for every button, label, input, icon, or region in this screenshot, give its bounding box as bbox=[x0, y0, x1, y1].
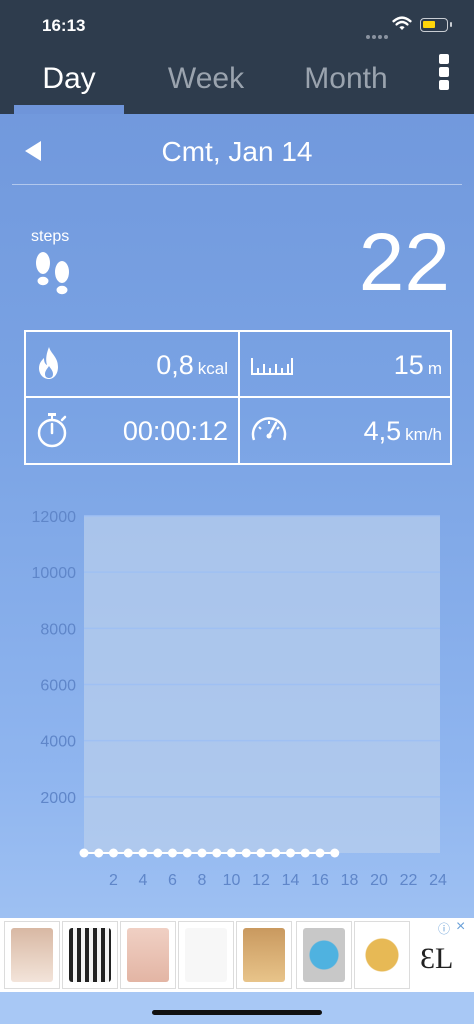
chart-data-point bbox=[138, 848, 148, 858]
calories-cell: 0,8 kcal bbox=[26, 332, 238, 396]
footprints-icon bbox=[36, 252, 69, 295]
steps-count: 22 bbox=[358, 217, 450, 308]
steps-chart: 12000 10000 8000 6000 4000 2000 2 4 6 8 10 12 14 16 18… bbox=[0, 495, 474, 895]
ad-close-icon[interactable]: × bbox=[456, 918, 465, 936]
ad-banner[interactable]: ƐL ⓘ × bbox=[0, 918, 474, 992]
chart-x-tick-label: 12 bbox=[252, 872, 270, 889]
chart-y-tick-label: 10000 bbox=[32, 565, 77, 582]
chart-data-point bbox=[286, 848, 295, 858]
speed-value: 4,5 bbox=[363, 416, 402, 446]
chart-data-point bbox=[109, 848, 118, 858]
tab-month[interactable]: Month bbox=[290, 62, 402, 96]
chart-data-point bbox=[315, 848, 325, 858]
status-time: 16:13 bbox=[42, 16, 86, 35]
chart-data-point bbox=[300, 848, 310, 858]
stats-grid: 0,8 kcal 15 m 00:00:12 4,5 km/h bbox=[24, 330, 452, 465]
distance-value: 15 bbox=[393, 350, 424, 380]
chart-data-point bbox=[197, 848, 207, 858]
speedometer-icon bbox=[251, 417, 287, 441]
chart-data-point bbox=[330, 848, 340, 858]
ad-product-image[interactable] bbox=[354, 921, 410, 989]
chart-data-point bbox=[241, 848, 251, 858]
bottom-area bbox=[0, 992, 474, 1024]
distance-cell: 15 m bbox=[240, 332, 452, 396]
steps-label: steps bbox=[31, 228, 70, 245]
tab-week[interactable]: Week bbox=[150, 62, 262, 96]
battery-icon bbox=[420, 18, 452, 32]
chart-x-tick-label: 20 bbox=[370, 872, 388, 889]
chart-y-tick-label: 12000 bbox=[32, 509, 77, 526]
date-navigation: Cmt, Jan 14 bbox=[0, 130, 474, 174]
chart-data-point bbox=[227, 848, 236, 858]
ad-product-image[interactable] bbox=[236, 921, 292, 989]
speed-cell: 4,5 km/h bbox=[240, 398, 452, 462]
chart-x-tick-label: 22 bbox=[400, 872, 418, 889]
tab-day[interactable]: Day bbox=[14, 62, 124, 96]
chart-data-point bbox=[212, 848, 222, 858]
duration-cell: 00:00:12 bbox=[26, 398, 238, 462]
chart-data-point bbox=[256, 848, 266, 858]
chart-data-point bbox=[168, 848, 177, 858]
wifi-icon bbox=[392, 16, 412, 30]
ad-product-image[interactable] bbox=[120, 921, 176, 989]
chart-y-tick-label: 6000 bbox=[40, 678, 76, 695]
calories-value: 0,8 bbox=[156, 350, 194, 380]
chart-y-tick-label: 2000 bbox=[40, 790, 76, 807]
chart-x-tick-label: 4 bbox=[139, 872, 148, 889]
chart-x-tick-label: 2 bbox=[109, 872, 118, 889]
flame-icon bbox=[39, 347, 58, 379]
signal-icon bbox=[366, 26, 390, 44]
ad-product-image[interactable] bbox=[4, 921, 60, 989]
chart-data-point bbox=[123, 848, 133, 858]
chart-data-point bbox=[271, 848, 281, 858]
top-bar: 16:13 Day Week Month bbox=[0, 0, 474, 114]
ruler-icon bbox=[251, 358, 293, 375]
chart-data-point bbox=[182, 848, 192, 858]
home-indicator bbox=[152, 1010, 322, 1015]
menu-dot-icon bbox=[439, 80, 449, 90]
chart-x-tick-label: 14 bbox=[282, 872, 300, 889]
stopwatch-icon bbox=[37, 413, 67, 448]
chart-data-point bbox=[79, 848, 89, 858]
ad-product-image[interactable] bbox=[62, 921, 118, 989]
chart-data-point bbox=[153, 848, 163, 858]
chart-y-tick-label: 4000 bbox=[40, 734, 76, 751]
status-bar: 16:13 bbox=[0, 0, 474, 48]
chart-x-tick-label: 8 bbox=[198, 872, 207, 889]
ad-product-image[interactable] bbox=[296, 921, 352, 989]
chart-data-point bbox=[94, 848, 104, 858]
menu-dot-icon bbox=[439, 67, 449, 77]
chart-x-tick-label: 16 bbox=[311, 872, 329, 889]
more-menu-button[interactable] bbox=[436, 54, 452, 92]
date-title: Cmt, Jan 14 bbox=[161, 136, 313, 167]
menu-dot-icon bbox=[439, 54, 449, 64]
divider bbox=[12, 184, 462, 185]
chart-x-tick-label: 6 bbox=[168, 872, 177, 889]
ad-product-image[interactable] bbox=[178, 921, 234, 989]
active-tab-indicator bbox=[14, 105, 124, 114]
adchoices-icon[interactable]: ⓘ bbox=[438, 920, 450, 937]
duration-value: 00:00:12 bbox=[122, 416, 228, 446]
ad-brand-logo[interactable]: ƐL bbox=[420, 942, 453, 976]
chart-x-tick-label: 10 bbox=[223, 872, 241, 889]
calories-unit: kcal bbox=[197, 359, 228, 378]
chart-svg: 120001000080006000400020002 4 6 8 10 12 14 16 18… bbox=[32, 509, 448, 889]
speed-unit: km/h bbox=[405, 425, 442, 444]
chart-x-tick-label: 18 bbox=[341, 872, 359, 889]
chart-x-tick-label: 24 bbox=[429, 872, 447, 889]
chart-y-tick-label: 8000 bbox=[40, 621, 76, 638]
distance-unit: m bbox=[427, 359, 442, 378]
